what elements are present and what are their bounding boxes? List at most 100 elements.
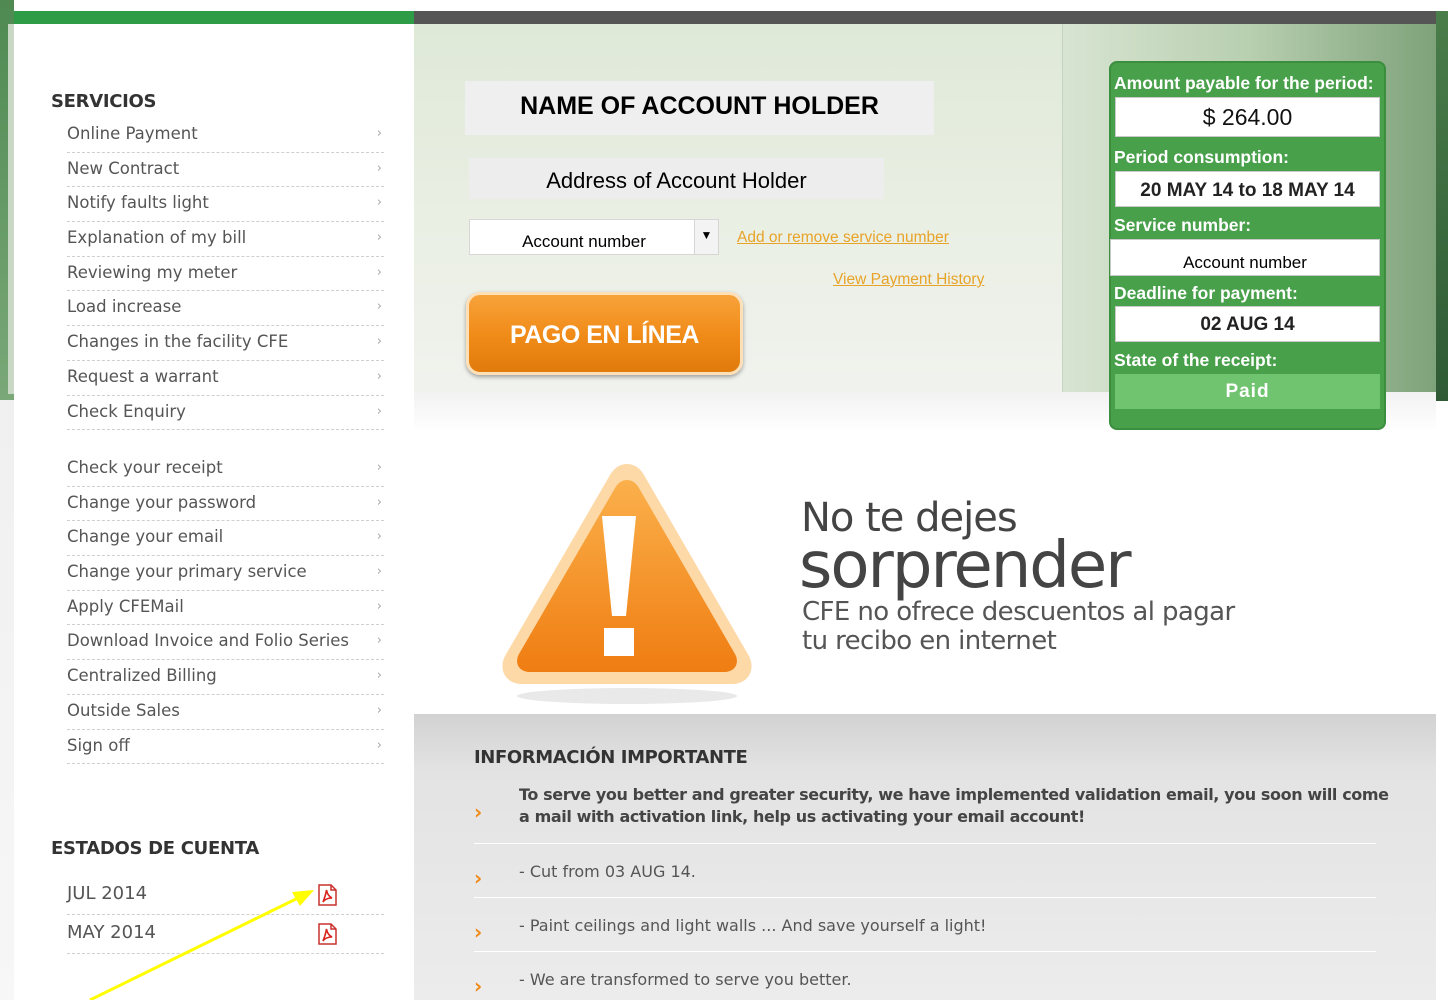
- chevron-right-icon: ›: [376, 702, 382, 718]
- chevron-right-icon: ›: [376, 668, 382, 684]
- sidebar-item-centralized-billing[interactable]: Centralized Billing ›: [67, 660, 384, 695]
- chevron-right-icon: ›: [474, 920, 483, 944]
- important-info-title: INFORMACIÓN IMPORTANTE: [474, 747, 748, 768]
- pdf-icon[interactable]: [315, 922, 339, 946]
- info-item: › - Cut from 03 AUG 14.: [474, 844, 1376, 898]
- sidebar-item-label: Online Payment: [67, 124, 198, 143]
- sidebar-item-label: Download Invoice and Folio Series: [67, 631, 350, 651]
- sidebar-item-new-contract[interactable]: New Contract ›: [67, 153, 384, 188]
- info-item: › - Paint ceilings and light walls ... A…: [474, 898, 1376, 952]
- deadline-value: 02 AUG 14: [1115, 306, 1380, 342]
- chevron-right-icon: ›: [474, 800, 483, 824]
- statement-item-jul-2014: JUL 2014: [67, 876, 384, 915]
- sidebar-item-reviewing-meter[interactable]: Reviewing my meter ›: [67, 257, 384, 292]
- info-item: › - We are transformed to serve you bett…: [474, 952, 1376, 1000]
- statement-item-may-2014: MAY 2014: [67, 915, 384, 954]
- sidebar-item-change-password[interactable]: Change your password ›: [67, 487, 384, 522]
- chevron-right-icon: ›: [376, 529, 382, 545]
- chevron-right-icon: ›: [376, 494, 382, 510]
- pdf-icon[interactable]: [315, 883, 339, 907]
- sidebar-item-apply-cfemail[interactable]: Apply CFEMail ›: [67, 591, 384, 626]
- services-menu-secondary: Check your receipt › Change your password…: [67, 452, 384, 765]
- info-item: › To serve you better and greater securi…: [474, 784, 1389, 844]
- sidebar-item-sign-off[interactable]: Sign off ›: [67, 730, 384, 765]
- sidebar-item-label: Change your password: [67, 492, 257, 512]
- sidebar-item-label: Load increase: [67, 297, 182, 317]
- chevron-right-icon: ›: [376, 598, 382, 614]
- page-frame-right: [1436, 11, 1448, 401]
- account-number-select[interactable]: Account number ▼: [469, 219, 719, 255]
- services-menu-primary: Online Payment › New Contract › Notify fau…: [67, 118, 384, 431]
- sidebar-item-change-email[interactable]: Change your email ›: [67, 521, 384, 557]
- info-text: - We are transformed to serve you better…: [519, 970, 852, 989]
- sidebar-item-label: Notify faults light: [67, 193, 209, 213]
- sidebar-item-label: New Contract: [67, 158, 180, 178]
- pay-online-button-label: PAGO EN LÍNEA: [510, 321, 699, 349]
- warning-triangle-icon: [502, 464, 752, 704]
- chevron-right-icon: ›: [376, 403, 382, 419]
- info-text-line-2: a mail with activation link, help us act…: [519, 807, 1085, 826]
- top-bar-gray: [414, 11, 1436, 24]
- sidebar-item-request-warrant[interactable]: Request a warrant ›: [67, 361, 384, 396]
- sidebar-item-label: Changes in the facility CFE: [67, 332, 289, 352]
- amount-value: $ 264.00: [1115, 97, 1380, 137]
- sidebar-item-notify-faults[interactable]: Notify faults light ›: [67, 187, 384, 223]
- sidebar-item-check-receipt[interactable]: Check your receipt ›: [67, 452, 384, 487]
- sidebar-item-label: Change your email: [67, 527, 224, 547]
- chevron-right-icon: ›: [376, 737, 382, 753]
- sidebar-item-label: Outside Sales: [67, 700, 180, 720]
- account-select-value: Account number: [522, 232, 646, 251]
- banner-headline-large: sorprender: [799, 529, 1132, 603]
- top-bar-green: [14, 11, 414, 24]
- chevron-right-icon: ›: [376, 230, 382, 246]
- deadline-label: Deadline for payment:: [1114, 283, 1298, 303]
- period-label: Period consumption:: [1114, 147, 1289, 167]
- pay-online-button[interactable]: PAGO EN LÍNEA: [466, 292, 743, 375]
- add-remove-service-link[interactable]: Add or remove service number: [737, 229, 949, 247]
- services-title: SERVICIOS: [51, 91, 157, 112]
- banner-subtext-2: tu recibo en internet: [802, 626, 1057, 656]
- chevron-right-icon: ›: [376, 299, 382, 315]
- sidebar-item-label: Centralized Billing: [67, 666, 217, 686]
- service-number-label: Service number:: [1114, 215, 1252, 235]
- sidebar-item-check-enquiry[interactable]: Check Enquiry ›: [67, 396, 384, 431]
- chevron-right-icon: ›: [376, 334, 382, 350]
- sidebar-item-label: Apply CFEMail: [67, 596, 184, 616]
- sidebar-item-outside-sales[interactable]: Outside Sales ›: [67, 695, 384, 730]
- receipt-state-label: State of the receipt:: [1114, 350, 1278, 370]
- chevron-right-icon: ›: [376, 126, 382, 141]
- statements-title: ESTADOS DE CUENTA: [51, 838, 259, 859]
- statement-label: JUL 2014: [67, 883, 148, 904]
- chevron-right-icon: ›: [376, 460, 382, 475]
- banner-subtext-1: CFE no ofrece descuentos al pagar: [802, 597, 1235, 627]
- sidebar-item-label: Sign off: [67, 735, 130, 755]
- chevron-right-icon: ›: [376, 564, 382, 580]
- sidebar-item-download-invoice[interactable]: Download Invoice and Folio Series ›: [67, 625, 384, 661]
- chevron-right-icon: ›: [376, 633, 382, 649]
- chevron-right-icon: ›: [376, 264, 382, 280]
- dropdown-arrow-icon[interactable]: ▼: [694, 220, 718, 254]
- hero-divider: [1062, 24, 1063, 414]
- account-holder-address: Address of Account Holder: [546, 168, 807, 193]
- chevron-right-icon: ›: [474, 974, 483, 998]
- view-payment-history-link[interactable]: View Payment History: [833, 271, 984, 289]
- info-text: - Cut from 03 AUG 14.: [519, 862, 696, 881]
- chevron-right-icon: ›: [474, 866, 483, 890]
- chevron-right-icon: ›: [376, 160, 382, 176]
- statements-list: JUL 2014 MAY 2014: [67, 876, 384, 954]
- receipt-state-badge: Paid: [1115, 374, 1380, 409]
- chevron-right-icon: ›: [376, 368, 382, 384]
- sidebar-item-changes-facility[interactable]: Changes in the facility CFE ›: [67, 326, 384, 361]
- sidebar-item-load-increase[interactable]: Load increase ›: [67, 291, 384, 327]
- info-text: - Paint ceilings and light walls ... And…: [519, 916, 987, 935]
- amount-label: Amount payable for the period:: [1114, 73, 1374, 93]
- sidebar-item-change-primary-service[interactable]: Change your primary service ›: [67, 556, 384, 591]
- chevron-right-icon: ›: [376, 195, 382, 211]
- sidebar-item-label: Change your primary service: [67, 562, 307, 582]
- period-value: 20 MAY 14 to 18 MAY 14: [1115, 171, 1380, 207]
- sidebar-item-online-payment[interactable]: Online Payment ›: [67, 118, 384, 153]
- service-number-value: Account number: [1110, 239, 1380, 276]
- statement-label: MAY 2014: [67, 922, 156, 943]
- sidebar-item-label: Check Enquiry: [67, 401, 186, 421]
- sidebar-item-explanation-bill[interactable]: Explanation of my bill ›: [67, 222, 384, 257]
